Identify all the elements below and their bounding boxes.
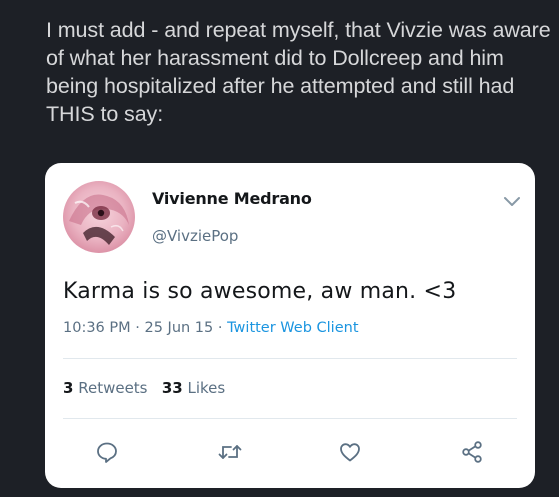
reply-icon[interactable] — [94, 439, 120, 465]
post-text: I must add - and repeat myself, that Viv… — [46, 18, 551, 126]
likes-label: Likes — [187, 379, 226, 397]
likes-count: 33 — [161, 379, 183, 397]
retweets-stat[interactable]: 3 Retweets — [63, 379, 148, 397]
tweet-time[interactable]: 10:36 PM — [63, 320, 131, 336]
tweet-client-link[interactable]: Twitter Web Client — [227, 320, 358, 336]
tweet-stats: 3 Retweets 33 Likes — [63, 379, 225, 397]
tweet-meta: 10:36 PM · 25 Jun 15 · Twitter Web Clien… — [63, 320, 359, 336]
retweets-count: 3 — [63, 379, 74, 397]
like-icon[interactable] — [337, 439, 363, 465]
embedded-tweet-card[interactable]: Vivienne Medrano @VivziePop Karma is so … — [45, 163, 535, 488]
meta-separator: · — [135, 320, 140, 336]
user-handle[interactable]: @VivziePop — [152, 227, 238, 245]
display-name[interactable]: Vivienne Medrano — [152, 189, 312, 208]
divider — [63, 418, 517, 419]
likes-stat[interactable]: 33 Likes — [162, 379, 225, 397]
tweet-date[interactable]: 25 Jun 15 — [144, 320, 213, 336]
retweets-label: Retweets — [78, 379, 148, 397]
avatar[interactable] — [63, 181, 135, 253]
share-icon[interactable] — [459, 439, 485, 465]
chevron-down-icon[interactable] — [503, 193, 521, 206]
meta-separator: · — [217, 320, 223, 336]
retweet-icon[interactable] — [217, 439, 243, 465]
tweet-text: Karma is so awesome, aw man. <3 — [63, 279, 457, 304]
divider — [63, 358, 517, 359]
